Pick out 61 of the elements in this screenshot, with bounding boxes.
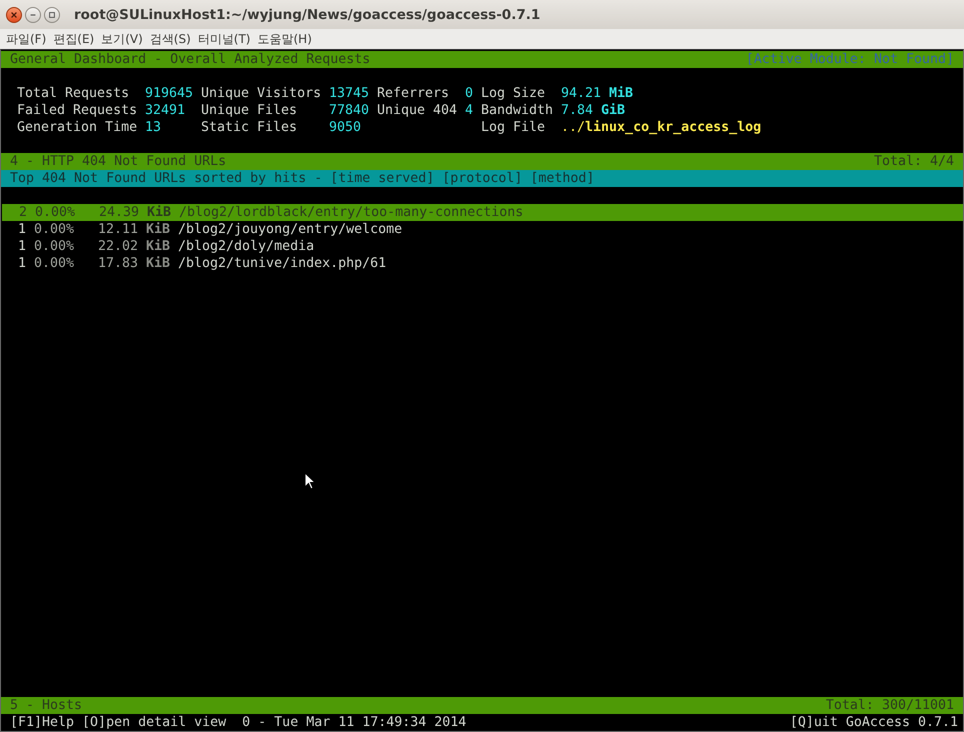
url-cell: /blog2/lordblack/entry/too-many-connections (179, 204, 524, 221)
module-title: 5 - Hosts (10, 697, 82, 714)
stat-label: Total Requests (17, 85, 130, 102)
module-subtitle: Top 404 Not Found URLs sorted by hits - [time served] [protocol] [method] (10, 170, 594, 187)
window-title: root@SULinuxHost1:~/wyjung/News/goaccess/goaccess-0.7.1 (74, 6, 540, 22)
bandwidth-cell-text: 22.02 KiB (98, 238, 172, 255)
module-title: 4 - HTTP 404 Not Found URLs (10, 153, 226, 170)
dashboard-title: General Dashboard - Overall Analyzed Requests (10, 51, 370, 68)
stat-label: Failed Requests (17, 102, 138, 119)
module-total: Total: 300/11001 (826, 697, 954, 714)
stat-label: Log File (481, 119, 546, 136)
hits-cell-text: 1 (18, 238, 28, 255)
help-hint: [F1]Help [O]pen detail view (10, 714, 226, 731)
menu-item[interactable]: 편집(E) (53, 30, 102, 48)
stat-value: 94.21 MiB (561, 85, 634, 102)
module-total: Total: 4/4 (874, 153, 954, 170)
bandwidth-cell-text: 12.11 KiB (98, 221, 172, 238)
active-module-label: [Active Module: Not Found] (746, 51, 954, 68)
table-row[interactable]: 1 0.00% 17.83 KiB /blog2/tunive/index.php/61 (1, 255, 963, 272)
menu-item[interactable]: 검색(S) (150, 30, 198, 48)
bandwidth-cell-text: 17.83 KiB (98, 255, 172, 272)
stat-value: 77840 (329, 102, 370, 119)
mouse-pointer-icon (304, 472, 316, 490)
date-label: 0 - Tue Mar 11 17:49:34 2014 (242, 714, 466, 731)
stat-label: Generation Time (17, 119, 138, 136)
menu-item[interactable]: 파일(F) (6, 30, 54, 48)
maximize-icon[interactable] (44, 6, 60, 22)
url-cell: /blog2/tunive/index.php/61 (178, 255, 386, 272)
percent-cell-text: 0.00% (34, 238, 76, 255)
stat-label: Referrers (377, 85, 450, 102)
percent-cell-text: 0.00% (35, 204, 76, 221)
url-cell: /blog2/doly/media (178, 238, 314, 255)
stat-label: Unique Files (201, 102, 298, 119)
percent-cell-text: 0.00% (34, 255, 76, 272)
menu-item[interactable]: 터미널(T) (198, 30, 258, 48)
bandwidth-cell-text: 24.39 KiB (99, 204, 172, 221)
stat-value: 13 (145, 119, 162, 136)
percent-cell-text: 0.00% (34, 221, 76, 238)
close-icon[interactable] (6, 6, 22, 22)
hits-cell-text: 1 (18, 221, 28, 238)
stat-label: Unique 404 (377, 102, 458, 119)
stat-value: 13745 (329, 85, 370, 102)
menu-item[interactable]: 보기(V) (101, 30, 150, 48)
hits-cell-text: 2 (19, 204, 28, 221)
stat-label: Unique Visitors (201, 85, 322, 102)
stat-value: 0 (465, 85, 474, 102)
table-row[interactable]: 1 0.00% 22.02 KiB /blog2/doly/media (1, 238, 963, 255)
stat-value: 919645 (145, 85, 194, 102)
quit-hint: [Q]uit GoAccess 0.7.1 (790, 714, 958, 731)
stat-value: 9050 (329, 119, 362, 136)
stat-value: 32491 (145, 102, 186, 119)
stat-label: Log Size (481, 85, 546, 102)
url-cell: /blog2/jouyong/entry/welcome (178, 221, 402, 238)
stat-label: Static Files (201, 119, 298, 136)
stat-value: 7.84 GiB (561, 102, 626, 119)
menu-item[interactable]: 도움말(H) (257, 30, 319, 48)
log-file-path: ../linux_co_kr_access_log (561, 119, 762, 136)
stat-label: Bandwidth (481, 102, 554, 119)
stat-value: 4 (465, 102, 474, 119)
hits-cell-text: 1 (18, 255, 28, 272)
table-row[interactable]: 1 0.00% 12.11 KiB /blog2/jouyong/entry/welcome (1, 221, 963, 238)
